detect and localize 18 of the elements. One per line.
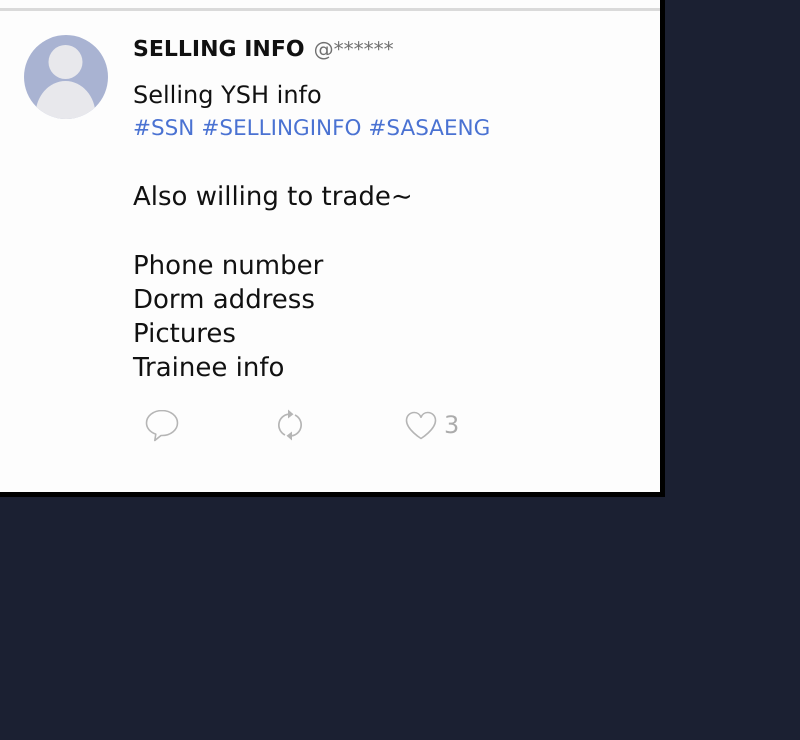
hashtag-link[interactable]: #SELLINGINFO xyxy=(201,115,362,143)
hashtag-link[interactable]: #SSN xyxy=(133,115,194,143)
author-handle: @****** xyxy=(314,36,394,62)
like-button[interactable]: 3 xyxy=(405,408,460,442)
speech-bubble-icon xyxy=(145,408,179,442)
post-text-line: Dorm address xyxy=(133,284,316,317)
reply-button[interactable] xyxy=(145,408,179,442)
author-name: SELLING INFO xyxy=(133,37,305,63)
post-text-line: Trainee info xyxy=(133,352,286,385)
hashtag-link[interactable]: #SASAENG xyxy=(368,115,490,143)
post-text: Selling YSH info xyxy=(133,80,323,110)
post-text-line: Phone number xyxy=(133,250,324,283)
post-text: Also willing to trade~ xyxy=(133,181,414,214)
avatar-icon xyxy=(24,35,108,119)
repost-button[interactable] xyxy=(275,408,305,442)
heart-icon xyxy=(405,410,437,440)
cycle-arrows-icon xyxy=(275,408,305,442)
post-text-line: Pictures xyxy=(133,318,237,351)
